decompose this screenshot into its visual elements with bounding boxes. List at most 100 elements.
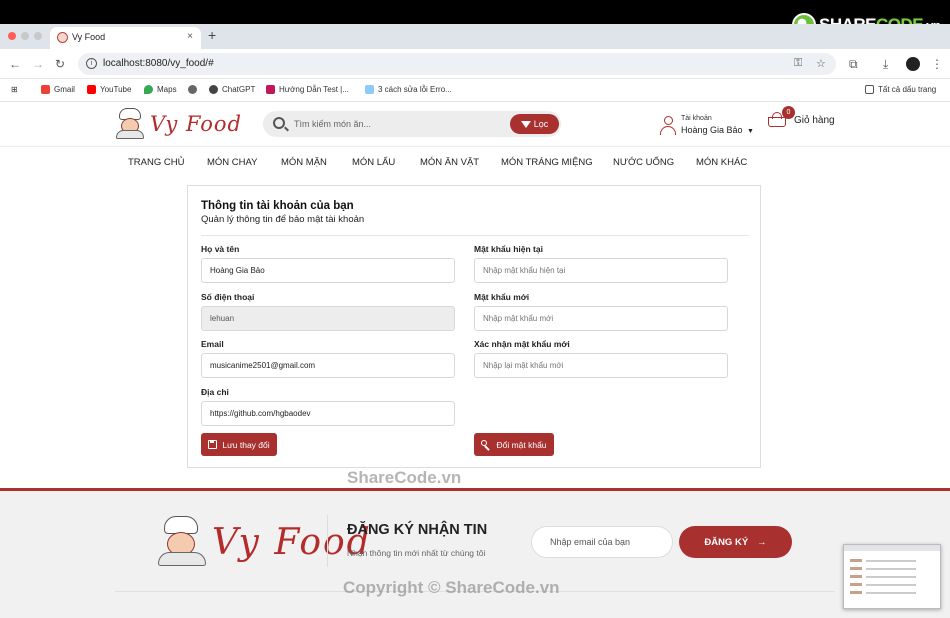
- tab-close-icon[interactable]: ×: [187, 31, 193, 42]
- arrow-right-icon: →: [757, 536, 767, 548]
- bookmark-test-guide[interactable]: Hướng Dẫn Test |...: [266, 85, 349, 94]
- search-bar: Lọc: [263, 111, 561, 137]
- fix-error-icon: [365, 85, 374, 94]
- cart-count-badge: 0: [782, 106, 795, 119]
- nav-item-other[interactable]: MÓN KHÁC: [696, 157, 747, 168]
- url-text[interactable]: localhost:8080/vy_food/#: [103, 58, 214, 69]
- nav-item-drinks[interactable]: NƯỚC UỐNG: [613, 157, 674, 168]
- change-password-button[interactable]: Đổi mật khẩu: [474, 433, 554, 456]
- card-divider: [201, 235, 749, 236]
- apps-grid-icon[interactable]: ⊞: [11, 85, 18, 94]
- key-icon: [481, 439, 491, 451]
- password-key-icon[interactable]: ⚿: [794, 57, 802, 70]
- nav-item-dessert[interactable]: MÓN TRÁNG MIỆNG: [501, 157, 593, 168]
- bookmark-fix-error[interactable]: 3 cách sửa lỗi Erro...: [365, 85, 452, 94]
- chatgpt-icon: [209, 85, 218, 94]
- tab-title: Vy Food: [72, 32, 106, 42]
- bookmark-gmail[interactable]: Gmail: [41, 85, 75, 94]
- url-field[interactable]: i localhost:8080/vy_food/# ⚿ ☆: [78, 53, 836, 75]
- newsletter-email-input[interactable]: [531, 526, 673, 558]
- new-password-field[interactable]: [474, 306, 728, 331]
- bookmark-label: Gmail: [54, 85, 75, 94]
- browser-menu-icon[interactable]: ⋮: [931, 57, 943, 71]
- site-info-icon[interactable]: i: [86, 58, 97, 69]
- search-input[interactable]: [294, 117, 504, 131]
- site-logo[interactable]: Vy Food: [116, 108, 242, 140]
- caret-down-icon: ▼: [747, 128, 754, 135]
- window-close-button[interactable]: [8, 32, 16, 40]
- copyright-watermark: Copyright © ShareCode.vn: [343, 578, 560, 597]
- footer-chef-logo-icon: [158, 516, 206, 568]
- bookmark-label: Maps: [157, 85, 177, 94]
- search-icon: [273, 117, 285, 129]
- confirm-password-label: Xác nhận mật khẩu mới: [474, 339, 570, 349]
- watermark-text: ShareCode.vn: [347, 468, 462, 487]
- footer-logo[interactable]: Vy Food: [158, 516, 372, 568]
- new-tab-button[interactable]: +: [208, 27, 216, 43]
- logo-text: Vy Food: [150, 112, 243, 136]
- back-icon[interactable]: ←: [9, 57, 21, 71]
- account-info-card: Thông tin tài khoản của bạn Quản lý thôn…: [187, 185, 761, 468]
- forward-icon[interactable]: →: [32, 57, 44, 71]
- all-bookmarks-label: Tất cả dấu trang: [878, 85, 937, 94]
- bookmark-label: 3 cách sửa lỗi Erro...: [378, 85, 452, 94]
- bookmarks-bar: ⊞ Gmail YouTube Maps ChatGPT Hướng Dẫn T…: [0, 80, 950, 102]
- youtube-icon: [87, 85, 96, 94]
- change-password-label: Đổi mật khẩu: [496, 439, 547, 450]
- save-changes-button[interactable]: Lưu thay đổi: [201, 433, 277, 456]
- address-label: Địa chỉ: [201, 387, 229, 397]
- chef-logo-icon: [116, 108, 144, 140]
- card-title: Thông tin tài khoản của bạn: [201, 200, 354, 212]
- current-password-field[interactable]: [474, 258, 728, 283]
- download-icon[interactable]: ⤓: [883, 57, 888, 72]
- email-field[interactable]: [201, 353, 455, 378]
- nav-item-savory[interactable]: MÓN MẶN: [281, 157, 327, 168]
- folder-icon: [865, 85, 874, 94]
- bookmark-label: YouTube: [100, 85, 132, 94]
- footer-divider: [327, 515, 328, 567]
- main-nav: TRANG CHỦ MÓN CHAY MÓN MẶN MÓN LẨU MÓN Ă…: [0, 146, 950, 178]
- nav-item-vegetarian[interactable]: MÓN CHAY: [207, 157, 258, 168]
- confirm-password-field[interactable]: [474, 353, 728, 378]
- subscribe-label: ĐĂNG KÝ: [704, 536, 749, 548]
- window-zoom-button[interactable]: [34, 32, 42, 40]
- site-footer: Vy Food ĐĂNG KÝ NHẬN TIN Nhận thông tin …: [0, 488, 950, 618]
- address-bar: ← → ↻ i localhost:8080/vy_food/# ⚿ ☆ ⧉ ⤓…: [0, 49, 950, 79]
- all-bookmarks[interactable]: Tất cả dấu trang: [865, 85, 936, 94]
- newsletter-title: ĐĂNG KÝ NHẬN TIN: [347, 522, 488, 538]
- newsletter-subtitle: Nhận thông tin mới nhất từ chúng tôi: [347, 548, 486, 558]
- phone-field[interactable]: [201, 306, 455, 331]
- fullname-label: Họ và tên: [201, 244, 240, 254]
- browser-tab[interactable]: Vy Food ×: [50, 27, 201, 49]
- address-field[interactable]: [201, 401, 455, 426]
- bookmark-label: Hướng Dẫn Test |...: [279, 85, 349, 94]
- cart-button[interactable]: Giỏ hàng: [768, 112, 835, 128]
- filter-button[interactable]: Lọc: [510, 114, 559, 134]
- bookmark-globe[interactable]: [188, 85, 197, 94]
- window-minimize-button[interactable]: [21, 32, 29, 40]
- screenshot-thumbnail[interactable]: [843, 544, 941, 609]
- email-label: Email: [201, 339, 224, 349]
- user-icon: [660, 115, 676, 136]
- account-menu[interactable]: Tài khoản Hoàng Gia Bảo ▼: [660, 114, 754, 137]
- current-password-label: Mật khẩu hiện tại: [474, 244, 543, 254]
- bookmark-maps[interactable]: Maps: [144, 85, 177, 94]
- profile-avatar-icon[interactable]: [906, 57, 920, 71]
- site-favicon-icon: [57, 32, 68, 43]
- globe-icon: [188, 85, 197, 94]
- reload-icon[interactable]: ↻: [55, 57, 65, 71]
- test-guide-icon: [266, 85, 275, 94]
- gmail-icon: [41, 85, 50, 94]
- subscribe-button[interactable]: ĐĂNG KÝ →: [679, 526, 792, 558]
- bookmark-chatgpt[interactable]: ChatGPT: [209, 85, 255, 94]
- nav-item-hotpot[interactable]: MÓN LẨU: [352, 157, 395, 168]
- fullname-field[interactable]: [201, 258, 455, 283]
- nav-item-snacks[interactable]: MÓN ĂN VẶT: [420, 157, 479, 168]
- extensions-icon[interactable]: ⧉: [849, 57, 858, 72]
- site-header: Vy Food Lọc Tài khoản Hoàng Gia Bảo ▼ Gi…: [0, 102, 950, 146]
- bookmark-star-icon[interactable]: ☆: [816, 57, 826, 70]
- nav-item-home[interactable]: TRANG CHỦ: [128, 157, 184, 168]
- bookmark-youtube[interactable]: YouTube: [87, 85, 131, 94]
- phone-label: Số điện thoại: [201, 292, 255, 302]
- save-icon: [208, 440, 218, 449]
